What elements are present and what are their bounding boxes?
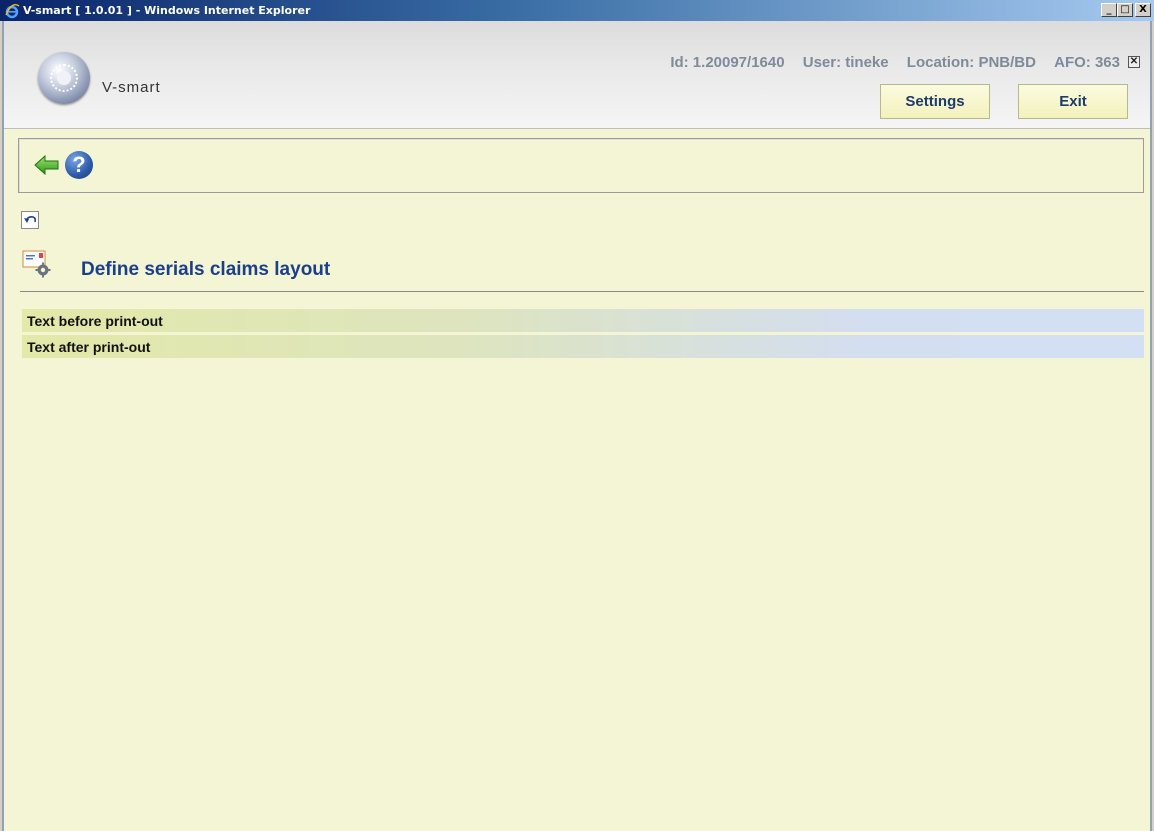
list-item-text-before[interactable]: Text before print-out	[22, 309, 1144, 332]
settings-button[interactable]: Settings	[880, 84, 990, 119]
close-icon[interactable]: ✕	[1128, 56, 1140, 68]
page-title: Define serials claims layout	[81, 259, 331, 280]
internet-explorer-icon	[4, 3, 20, 19]
window-titlebar: V-smart [ 1.0.01 ] - Windows Internet Ex…	[0, 0, 1154, 21]
app-name: V-smart	[102, 79, 161, 96]
letter-settings-icon	[22, 248, 52, 278]
layout-options-list: Text before print-out Text after print-o…	[22, 309, 1144, 361]
window-controls: _ □ X	[1101, 3, 1151, 17]
toolbar: ?	[18, 138, 1144, 193]
session-user: User: tineke	[802, 54, 889, 71]
list-item-text-after[interactable]: Text after print-out	[22, 335, 1144, 358]
session-id: Id: 1.20097/1640	[670, 54, 785, 71]
app-header: V-smart Id: 1.20097/1640 User: tineke Lo…	[4, 21, 1150, 129]
session-location: Location: PNB/BD	[906, 54, 1036, 71]
maximize-button[interactable]: □	[1117, 3, 1133, 17]
session-afo: AFO: 363	[1054, 54, 1120, 71]
session-info: Id: 1.20097/1640 User: tineke Location: …	[670, 54, 1120, 71]
back-arrow-icon[interactable]	[33, 151, 61, 179]
vsmart-logo-icon	[38, 52, 90, 104]
exit-button[interactable]: Exit	[1018, 84, 1128, 119]
list-item-label: Text after print-out	[27, 338, 151, 355]
browser-content: V-smart Id: 1.20097/1640 User: tineke Lo…	[2, 21, 1152, 831]
minimize-button[interactable]: _	[1101, 3, 1117, 17]
close-window-button[interactable]: X	[1135, 3, 1151, 17]
help-icon[interactable]: ?	[65, 151, 93, 179]
undo-icon[interactable]	[21, 211, 39, 229]
divider	[20, 291, 1144, 292]
list-item-label: Text before print-out	[27, 312, 163, 329]
window-title: V-smart [ 1.0.01 ] - Windows Internet Ex…	[23, 4, 311, 17]
